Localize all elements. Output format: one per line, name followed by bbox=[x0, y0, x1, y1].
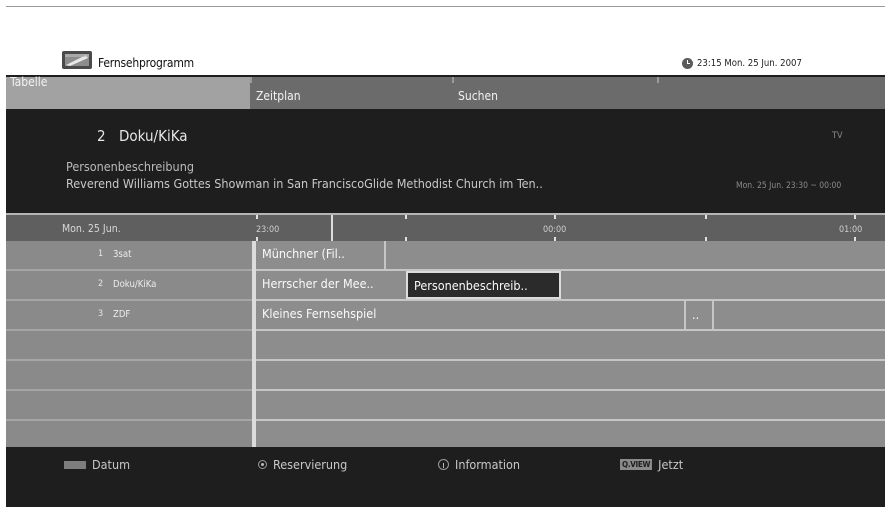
row-divider bbox=[256, 419, 885, 421]
ok-key-icon bbox=[258, 460, 267, 469]
channel-list: 1 3sat 2 Doku/KiKa 3 ZDF bbox=[6, 241, 252, 447]
clock: 23:15 Mon. 25 Jun. 2007 bbox=[682, 58, 802, 69]
tab-bar: Tabelle Zeitplan Suchen bbox=[6, 75, 885, 109]
timeline-tick bbox=[854, 215, 856, 219]
program-cell-title: .. bbox=[692, 307, 700, 322]
datum-hint[interactable]: Datum bbox=[64, 457, 130, 472]
tab-divider bbox=[657, 77, 659, 83]
program-description: Reverend Williams Gottes Showman in San … bbox=[66, 176, 543, 191]
channel-number: 2 bbox=[98, 279, 104, 289]
channel-row[interactable]: 2 Doku/KiKa bbox=[6, 271, 252, 301]
timeline-tick bbox=[405, 215, 407, 219]
channel-number: 3 bbox=[98, 309, 104, 319]
tab-suchen[interactable]: Suchen bbox=[452, 77, 657, 109]
channel-row-empty bbox=[6, 391, 252, 421]
header: Fernsehprogramm 23:15 Mon. 25 Jun. 2007 bbox=[6, 7, 885, 75]
source-type: TV bbox=[832, 131, 843, 141]
jetzt-hint[interactable]: Q.VIEW Jetzt bbox=[620, 457, 683, 472]
hint-label: Reservierung bbox=[273, 457, 348, 472]
program-divider bbox=[712, 301, 714, 329]
tab-zeitplan[interactable]: Zeitplan bbox=[250, 77, 452, 109]
tab-label: Tabelle bbox=[10, 75, 48, 89]
program-cell[interactable]: .. bbox=[686, 301, 712, 329]
program-cell-title: Personenbeschreib.. bbox=[414, 278, 528, 293]
grid-date: Mon. 25 Jun. bbox=[62, 223, 121, 235]
current-datetime: 23:15 Mon. 25 Jun. 2007 bbox=[697, 58, 802, 69]
tab-empty bbox=[657, 77, 885, 109]
timeline-header: Mon. 25 Jun. 23:00 00:00 01:00 bbox=[6, 213, 885, 241]
program-cell[interactable]: Herrscher der Mee.. bbox=[256, 271, 406, 299]
program-cell-title: Münchner (Fil.. bbox=[262, 246, 345, 261]
program-info-panel: 2 Doku/KiKa TV Personenbeschreibung Reve… bbox=[6, 109, 885, 216]
channel-name: Doku/KiKa bbox=[119, 127, 188, 145]
program-cell[interactable]: Kleines Fernsehspiel bbox=[256, 301, 684, 329]
clock-icon bbox=[682, 58, 693, 69]
hint-label: Jetzt bbox=[658, 457, 684, 472]
timeline-tick bbox=[256, 215, 258, 219]
app-title: Fernsehprogramm bbox=[98, 56, 194, 70]
program-cell-selected[interactable]: Personenbeschreib.. bbox=[406, 271, 561, 299]
red-key-icon bbox=[64, 460, 86, 469]
channel-row[interactable]: 3 ZDF bbox=[6, 301, 252, 331]
channel-row-empty bbox=[6, 361, 252, 391]
tv-guide-icon bbox=[62, 51, 92, 69]
tab-label: Suchen bbox=[458, 89, 498, 103]
channel-number: 2 bbox=[97, 127, 106, 145]
row-divider bbox=[256, 389, 885, 391]
channel-number: 1 bbox=[98, 249, 104, 259]
tab-divider bbox=[452, 77, 454, 83]
hint-label: Information bbox=[455, 457, 521, 472]
tab-tabelle[interactable]: Tabelle bbox=[6, 75, 250, 109]
timeline-label: 00:00 bbox=[543, 225, 567, 235]
channel-name: Doku/KiKa bbox=[113, 279, 157, 290]
program-title: Personenbeschreibung bbox=[66, 159, 194, 174]
tab-divider bbox=[250, 77, 252, 83]
program-cell-title: Kleines Fernsehspiel bbox=[262, 306, 377, 321]
reservierung-hint[interactable]: Reservierung bbox=[258, 457, 347, 472]
timeline-tick bbox=[554, 215, 556, 219]
timeline-tick bbox=[705, 215, 707, 219]
program-divider bbox=[384, 241, 386, 269]
channel-row-empty bbox=[6, 331, 252, 361]
row-divider bbox=[256, 359, 885, 361]
info-icon bbox=[438, 459, 449, 470]
program-cell[interactable]: Münchner (Fil.. bbox=[256, 241, 384, 269]
program-grid: Mon. 25 Jun. 23:00 00:00 01:00 1 3sat 2 … bbox=[6, 213, 885, 447]
timeline-label: 23:00 bbox=[256, 225, 280, 235]
timeline-label: 01:00 bbox=[839, 225, 863, 235]
current-time-marker bbox=[331, 215, 333, 241]
program-cell-title: Herrscher der Mee.. bbox=[262, 276, 374, 291]
program-time: Mon. 25 Jun. 23:30 ~ 00:00 bbox=[736, 181, 842, 191]
hint-label: Datum bbox=[92, 457, 131, 472]
row-divider bbox=[256, 329, 885, 331]
channel-name: ZDF bbox=[113, 309, 131, 320]
footer-bar: Datum Reservierung Information Q.VIEW Je… bbox=[6, 447, 885, 507]
information-hint[interactable]: Information bbox=[438, 457, 520, 472]
channel-row-empty bbox=[6, 421, 252, 449]
qview-key-icon: Q.VIEW bbox=[620, 459, 653, 470]
schedule-area: Münchner (Fil.. Herrscher der Mee.. Pers… bbox=[256, 241, 885, 447]
channel-row[interactable]: 1 3sat bbox=[6, 241, 252, 271]
tv-guide-screen: Fernsehprogramm 23:15 Mon. 25 Jun. 2007 … bbox=[6, 6, 885, 507]
channel-name: 3sat bbox=[113, 249, 132, 260]
tab-label: Zeitplan bbox=[256, 89, 301, 103]
